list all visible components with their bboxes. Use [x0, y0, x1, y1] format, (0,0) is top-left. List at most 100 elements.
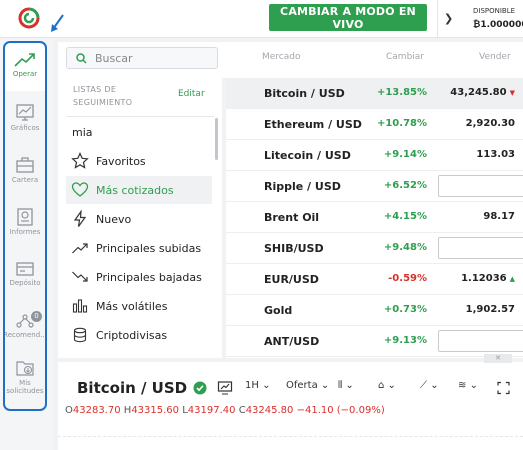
- market-row-ripple-usd[interactable]: Ripple / USD +6.52%: [226, 171, 523, 202]
- market-name: EUR/USD: [264, 273, 319, 286]
- low-value: 43197.40: [187, 405, 236, 416]
- market-name: Ethereum / USD: [264, 118, 362, 131]
- ohlc-readout: O43283.70 H43315.60 L43197.40 C43245.80 …: [65, 405, 385, 416]
- market-sell-price[interactable]: 2,920.30: [466, 118, 515, 129]
- watchlists-heading-line1: LISTAS DE: [73, 85, 117, 94]
- watchlists-divider: [66, 116, 214, 117]
- close-label: C: [238, 405, 246, 416]
- trend-down-icon: [72, 271, 88, 282]
- search-icon: [76, 53, 87, 64]
- sell-price-box[interactable]: [438, 175, 523, 197]
- watchlist-item-mas-cotizados[interactable]: Más cotizados: [66, 176, 212, 204]
- layers-icon: ≋: [458, 380, 467, 391]
- market-row-litecoin-usd[interactable]: Litecoin / USD +9.14% 113.03: [226, 140, 523, 171]
- chevron-right-icon[interactable]: ❯: [444, 12, 453, 25]
- market-change: +13.85%: [376, 87, 427, 98]
- watchlists-scrollbar[interactable]: [215, 118, 218, 160]
- search-input[interactable]: [95, 50, 213, 66]
- watchlist-label: Principales bajadas: [96, 271, 202, 284]
- close-chart-icon[interactable]: ✕: [484, 354, 512, 363]
- market-sell-price[interactable]: 98.17: [483, 211, 515, 222]
- watchlist-item-principales-subidas[interactable]: Principales subidas: [66, 234, 212, 262]
- watchlist-item-criptodivisas[interactable]: Criptodivisas: [66, 321, 212, 349]
- market-sell-price[interactable]: 1,902.57: [466, 304, 515, 315]
- market-change: +10.78%: [376, 118, 427, 129]
- check-circle-icon[interactable]: [193, 380, 207, 396]
- indicators-select[interactable]: ⌂ ⌄: [378, 380, 396, 396]
- chevron-down-icon: ⌄: [320, 380, 330, 391]
- market-row-eur-usd[interactable]: EUR/USD -0.59% 1.12036 ▲: [226, 264, 523, 295]
- app-root: CAMBIAR A MODO EN VIVO ❯ DISPONIBLE ₿1.0…: [0, 0, 523, 450]
- chart-monitor-icon[interactable]: [217, 380, 233, 396]
- price-down-arrow-icon: ▼: [509, 89, 515, 97]
- column-header-market: Mercado: [262, 52, 301, 62]
- available-balance: ₿1.00000000: [473, 20, 523, 30]
- market-change: +9.13%: [383, 335, 427, 346]
- indicators-icon: ⌂: [378, 380, 385, 391]
- market-row-bitcoin-usd[interactable]: Bitcoin / USD +13.85% 43,245.80 ▼: [226, 78, 523, 109]
- sell-value: 1.12036: [461, 273, 507, 284]
- sell-price-box[interactable]: [438, 330, 523, 352]
- watchlist-item-mia[interactable]: mia: [72, 126, 93, 139]
- watchlist-item-principales-bajadas[interactable]: Principales bajadas: [66, 263, 212, 291]
- chart-gridline: [58, 436, 523, 437]
- market-change: +6.52%: [383, 180, 427, 191]
- lightning-icon: [73, 210, 87, 227]
- chevron-down-icon: ⌄: [387, 380, 396, 391]
- chevron-down-icon: ⌄: [262, 380, 271, 391]
- coins-icon: [73, 327, 87, 343]
- watchlist-label: Nuevo: [96, 213, 132, 226]
- heart-icon: [71, 182, 89, 197]
- annotation-arrow-icon: [51, 14, 64, 32]
- market-change: +0.73%: [383, 304, 427, 315]
- sell-price-box[interactable]: [438, 237, 523, 259]
- candle-type-select[interactable]: ⫴ ⌄: [338, 380, 354, 396]
- market-row-brent-oil[interactable]: Brent Oil +4.15% 98.17: [226, 202, 523, 233]
- watchlist-label: Más cotizados: [96, 184, 174, 197]
- watchlist-item-mas-volatiles[interactable]: Más volátiles: [66, 292, 212, 320]
- interval-value: 1H: [245, 380, 259, 391]
- interval-select[interactable]: 1H ⌄: [245, 380, 270, 396]
- chart-instrument-title: Bitcoin / USD: [77, 379, 188, 397]
- market-sell-price[interactable]: 113.03: [476, 149, 515, 160]
- nav-highlight-frame: [3, 41, 47, 411]
- market-row-gold[interactable]: Gold +0.73% 1,902.57: [226, 295, 523, 326]
- watchlist-label: Criptodivisas: [96, 329, 168, 342]
- market-row-ethereum-usd[interactable]: Ethereum / USD +10.78% 2,920.30: [226, 109, 523, 140]
- trend-up-icon: [72, 243, 88, 254]
- market-row-ant-usd[interactable]: ANT/USD +9.13%: [226, 326, 523, 357]
- sell-value: 43,245.80: [450, 87, 507, 98]
- market-sell-price[interactable]: 43,245.80 ▼: [450, 87, 515, 98]
- layers-select[interactable]: ≋ ⌄: [458, 380, 478, 396]
- close-value: 43245.80: [245, 405, 294, 416]
- order-type-select[interactable]: Oferta ⌄: [286, 380, 329, 396]
- watchlist-label: Principales subidas: [96, 242, 202, 255]
- brand-logo-icon[interactable]: [18, 7, 40, 29]
- change-value: −41.10 (−0.09%): [296, 405, 385, 416]
- chevron-down-icon: ⌄: [469, 380, 478, 391]
- edit-watchlists-link[interactable]: Editar: [178, 89, 205, 99]
- watchlists-heading-line2: SEGUIMIENTO: [73, 98, 133, 107]
- drawing-tools-select[interactable]: ⟋ ⌄: [420, 380, 439, 396]
- market-sell-price[interactable]: 1.12036 ▲: [461, 273, 515, 284]
- top-separator: [437, 0, 438, 38]
- market-row-shib-usd[interactable]: SHIB/USD +9.48%: [226, 233, 523, 264]
- high-value: 43315.60: [131, 405, 180, 416]
- market-name: Litecoin / USD: [264, 149, 351, 162]
- chevron-down-icon: ⌄: [430, 380, 439, 391]
- switch-to-live-button[interactable]: CAMBIAR A MODO EN VIVO: [269, 4, 427, 31]
- market-change: +9.48%: [383, 242, 427, 253]
- column-header-sell: Vender: [479, 52, 511, 62]
- candlestick-icon: ⫴: [338, 380, 343, 391]
- chevron-down-icon: ⌄: [345, 380, 354, 391]
- open-value: 43283.70: [72, 405, 121, 416]
- watchlist-item-favoritos[interactable]: Favoritos: [66, 147, 212, 175]
- fullscreen-icon[interactable]: [497, 380, 510, 396]
- order-type-value: Oferta: [286, 380, 318, 391]
- search-box[interactable]: [66, 47, 218, 69]
- watchlist-item-nuevo[interactable]: Nuevo: [66, 205, 212, 233]
- watchlists-heading: LISTAS DE SEGUIMIENTO: [73, 83, 132, 109]
- top-bar: CAMBIAR A MODO EN VIVO ❯ DISPONIBLE ₿1.0…: [0, 0, 523, 38]
- star-icon: [71, 152, 89, 169]
- price-up-arrow-icon: ▲: [509, 275, 515, 283]
